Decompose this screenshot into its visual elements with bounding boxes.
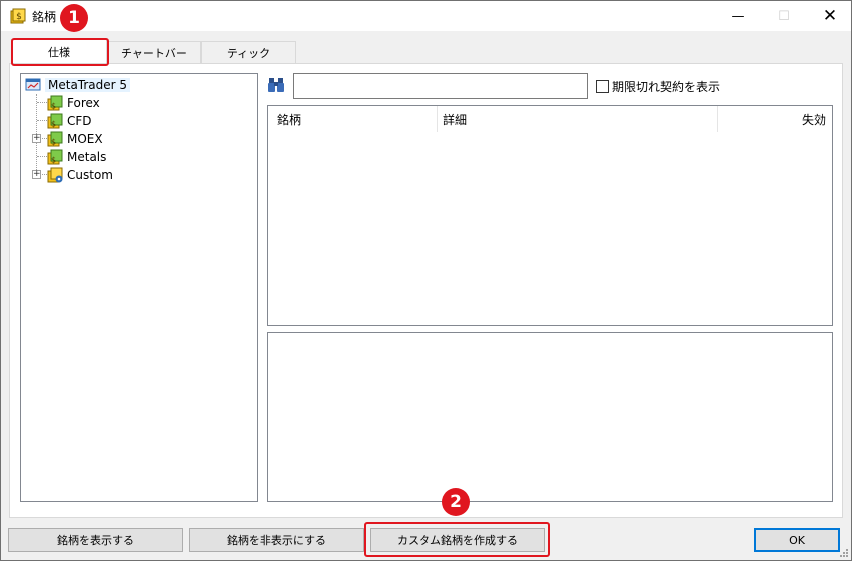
tree-item-forex[interactable]: $ Forex bbox=[47, 94, 100, 112]
column-header-expiration[interactable]: 失効 bbox=[718, 106, 832, 132]
highlight-button-frame bbox=[364, 522, 550, 557]
title-bar[interactable]: $ 銘柄 — ☐ ✕ bbox=[1, 1, 851, 31]
tree-connector bbox=[37, 156, 47, 157]
maximize-button: ☐ bbox=[778, 8, 790, 24]
resize-grip-icon[interactable] bbox=[839, 548, 849, 558]
ok-button[interactable]: OK bbox=[754, 528, 840, 552]
symbol-search-input[interactable] bbox=[293, 73, 588, 99]
folder-dollar-icon: $ bbox=[47, 149, 63, 165]
symbol-tree[interactable]: MetaTrader 5 + + $ Forex $ CFD $ MOEX $ … bbox=[20, 73, 258, 502]
tab-ticks[interactable]: ティック bbox=[201, 41, 296, 63]
binoculars-icon[interactable] bbox=[267, 77, 285, 93]
folder-dollar-icon: $ bbox=[47, 113, 63, 129]
hide-symbol-button[interactable]: 銘柄を非表示にする bbox=[189, 528, 364, 552]
svg-text:$: $ bbox=[51, 138, 56, 147]
symbols-table[interactable]: 銘柄 詳細 失効 bbox=[267, 105, 833, 326]
folder-dollar-icon: $ bbox=[47, 95, 63, 111]
svg-text:$: $ bbox=[51, 102, 56, 111]
symbol-details-panel bbox=[267, 332, 833, 502]
highlight-tab-frame bbox=[11, 38, 109, 66]
folder-custom-icon bbox=[47, 167, 63, 183]
tree-item-moex[interactable]: $ MOEX bbox=[47, 130, 103, 148]
tree-item-label: Forex bbox=[67, 96, 100, 110]
callout-badge-2: 2 bbox=[442, 488, 470, 516]
callout-badge-1: 1 bbox=[60, 4, 88, 32]
column-header-symbol[interactable]: 銘柄 bbox=[268, 106, 438, 132]
tree-connector bbox=[37, 102, 47, 103]
tree-item-metals[interactable]: $ Metals bbox=[47, 148, 106, 166]
folder-dollar-icon: $ bbox=[47, 131, 63, 147]
close-button[interactable]: ✕ bbox=[807, 1, 852, 31]
tree-connector bbox=[37, 120, 47, 121]
tree-item-label: Metals bbox=[67, 150, 107, 164]
tree-item-label: Custom bbox=[67, 168, 113, 182]
tree-item-label: MOEX bbox=[67, 132, 103, 146]
tree-item-cfd[interactable]: $ CFD bbox=[47, 112, 92, 130]
tree-root-label: MetaTrader 5 bbox=[45, 78, 131, 92]
tree-root-item[interactable]: MetaTrader 5 bbox=[25, 76, 131, 94]
symbols-app-icon: $ bbox=[10, 8, 26, 24]
terminal-icon bbox=[25, 78, 41, 91]
expand-custom-icon[interactable]: + bbox=[32, 170, 41, 179]
expand-moex-icon[interactable]: + bbox=[32, 134, 41, 143]
minimize-button[interactable]: — bbox=[715, 1, 761, 31]
window-title: 銘柄 bbox=[32, 10, 57, 24]
show-symbol-button[interactable]: 銘柄を表示する bbox=[8, 528, 183, 552]
column-header-description[interactable]: 詳細 bbox=[438, 106, 718, 132]
show-expired-checkbox[interactable] bbox=[596, 80, 609, 93]
svg-text:$: $ bbox=[51, 156, 56, 165]
tree-item-custom[interactable]: Custom bbox=[47, 166, 113, 184]
symbols-dialog: $ 銘柄 — ☐ ✕ 仕様 チャートバー ティック MetaTrader 5 +… bbox=[0, 0, 852, 561]
tree-item-label: CFD bbox=[67, 114, 92, 128]
svg-text:$: $ bbox=[16, 12, 22, 22]
tab-chart-bars[interactable]: チャートバー bbox=[107, 41, 201, 63]
show-expired-label[interactable]: 期限切れ契約を表示 bbox=[612, 78, 720, 95]
svg-text:$: $ bbox=[51, 120, 56, 129]
